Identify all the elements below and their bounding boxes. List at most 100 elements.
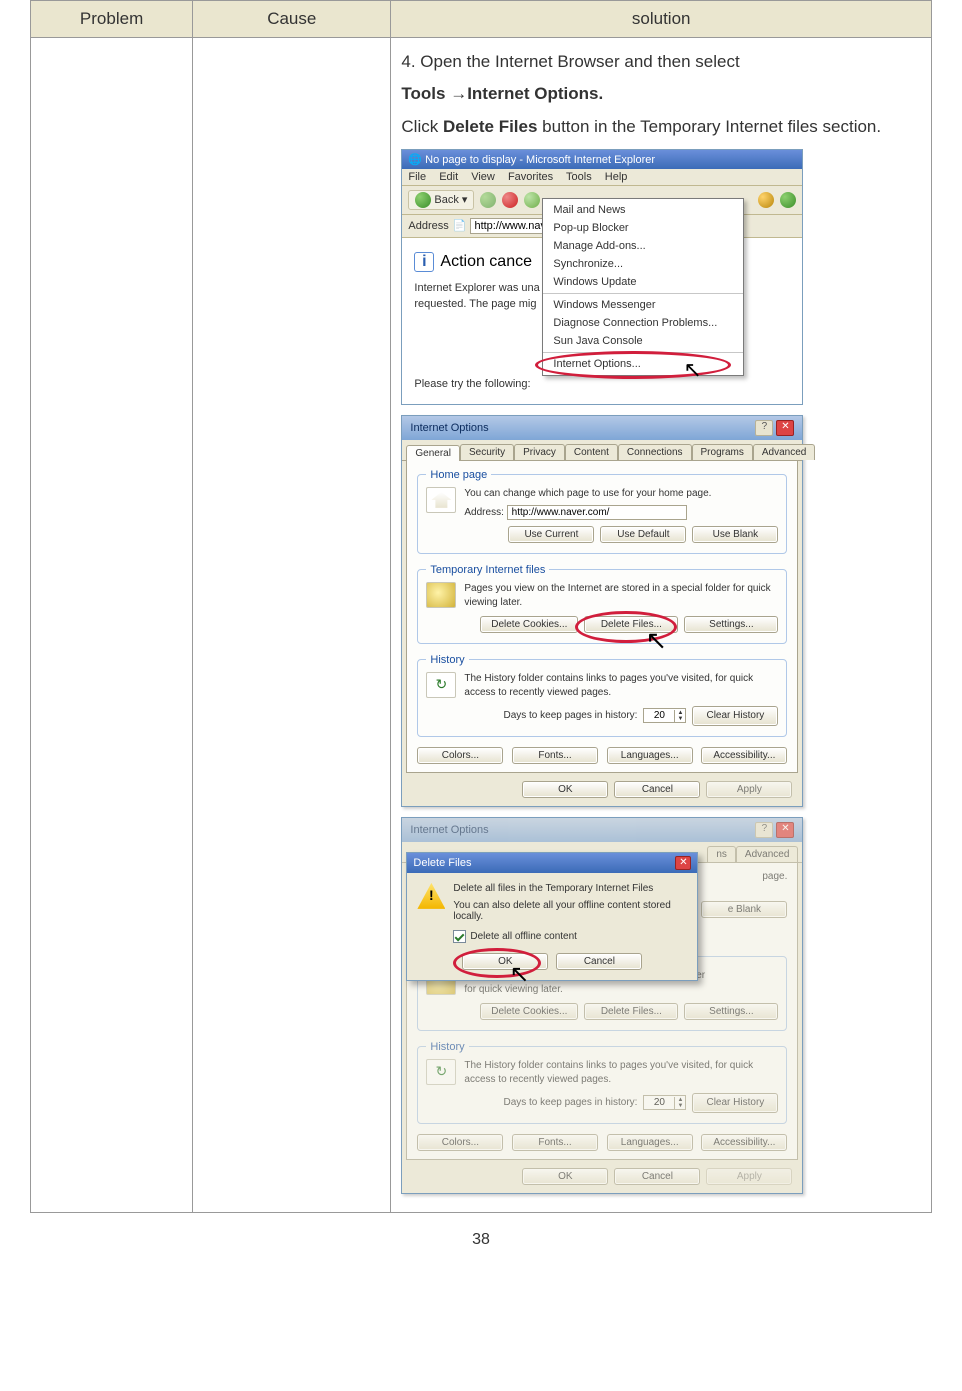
delete-cookies-button[interactable]: Delete Cookies... <box>480 616 578 633</box>
settings-faded: Settings... <box>684 1003 778 1020</box>
history-group: History The History folder contains link… <box>417 654 787 737</box>
menu-help[interactable]: Help <box>605 171 628 183</box>
ie-window-title: No page to display - Microsoft Internet … <box>425 154 655 166</box>
menu-tools[interactable]: Tools <box>566 171 592 183</box>
tab-privacy[interactable]: Privacy <box>514 444 565 460</box>
homepage-address-input[interactable] <box>507 505 687 520</box>
dd-java-console[interactable]: Sun Java Console <box>543 332 743 350</box>
use-blank-button[interactable]: Use Blank <box>692 526 778 543</box>
homepage-legend: Home page <box>426 469 491 481</box>
tab-programs[interactable]: Programs <box>692 444 753 460</box>
history-days-spinner[interactable]: ▲▼ <box>643 708 686 723</box>
delete-files-titlebar: Delete Files ✕ <box>407 853 697 873</box>
arrow-icon <box>445 84 467 103</box>
forward-button[interactable] <box>480 192 496 208</box>
tab-security[interactable]: Security <box>460 444 514 460</box>
stop-button[interactable] <box>502 192 518 208</box>
close-button[interactable]: ✕ <box>776 420 794 436</box>
instr-line2c: button in the Temporary Internet files s… <box>537 117 881 136</box>
instr-line2a: Click <box>401 117 443 136</box>
menu-view[interactable]: View <box>471 171 495 183</box>
io-cancel-button[interactable]: Cancel <box>614 781 700 798</box>
history-days-input[interactable] <box>644 709 674 722</box>
cancel-faded: Cancel <box>614 1168 700 1185</box>
languages-button[interactable]: Languages... <box>607 747 693 764</box>
menu-file[interactable]: File <box>408 171 426 183</box>
use-current-button[interactable]: Use Current <box>508 526 594 543</box>
accessibility-button[interactable]: Accessibility... <box>701 747 787 764</box>
dd-separator <box>543 293 743 294</box>
menu-edit[interactable]: Edit <box>439 171 458 183</box>
history-icon-faded <box>426 1059 456 1085</box>
temporary-files-group: Temporary Internet files Pages you view … <box>417 564 787 644</box>
accessibility-faded: Accessibility... <box>701 1134 787 1151</box>
delete-files-footer: OK ↖ Cancel <box>407 949 697 980</box>
back-button[interactable]: Back ▾ <box>408 190 474 210</box>
clear-history-button[interactable]: Clear History <box>692 706 778 726</box>
menu-favorites[interactable]: Favorites <box>508 171 553 183</box>
header-cause: Cause <box>193 1 391 38</box>
delete-files-text2: You can also delete all your offline con… <box>453 900 687 922</box>
delete-files-close-button[interactable]: ✕ <box>675 856 691 870</box>
history-legend: History <box>426 654 468 666</box>
delete-files-cancel-button[interactable]: Cancel <box>556 953 642 970</box>
colors-button[interactable]: Colors... <box>417 747 503 764</box>
dd-windows-update[interactable]: Windows Update <box>543 273 743 291</box>
page-icon: 📄 <box>453 219 467 232</box>
favorites-icon[interactable] <box>758 192 774 208</box>
delete-files-ok-button[interactable]: OK ↖ <box>462 953 548 970</box>
delete-files-text1: Delete all files in the Temporary Intern… <box>453 883 687 894</box>
history-days-faded <box>644 1096 674 1109</box>
dd-popup-blocker[interactable]: Pop-up Blocker <box>543 219 743 237</box>
fonts-button[interactable]: Fonts... <box>512 747 598 764</box>
instr-internet-options-bold: Internet Options. <box>467 84 603 103</box>
dd-windows-messenger[interactable]: Windows Messenger <box>543 296 743 314</box>
page-number: 38 <box>30 1231 932 1249</box>
tab-partial: ns <box>707 846 736 862</box>
tab-connections[interactable]: Connections <box>618 444 692 460</box>
homepage-desc: You can change which page to use for you… <box>464 487 778 501</box>
delete-cookies-faded: Delete Cookies... <box>480 1003 578 1020</box>
instr-tools-bold: Tools <box>401 84 445 103</box>
tab-content[interactable]: Content <box>565 444 618 460</box>
header-problem: Problem <box>31 1 193 38</box>
io-ok-button[interactable]: OK <box>522 781 608 798</box>
warning-icon <box>417 883 445 909</box>
delete-files-title: Delete Files <box>413 857 471 869</box>
spin-down-icon[interactable]: ▼ <box>674 716 685 722</box>
ie-error-text-1: Internet Explorer was una <box>414 282 539 294</box>
io-titlebar: Internet Options ?✕ <box>402 416 802 440</box>
action-cancelled-heading: Action cance <box>440 253 532 270</box>
delete-files-button[interactable]: Delete Files... ↖ <box>584 616 678 633</box>
temp-files-icon <box>426 582 456 608</box>
page-partial-text: page. <box>762 871 787 882</box>
ok-faded: OK <box>522 1168 608 1185</box>
io-tabs: General Security Privacy Content Connect… <box>402 440 802 461</box>
refresh-button[interactable] <box>524 192 540 208</box>
dd-internet-options[interactable]: Internet Options... ↖ <box>543 355 743 373</box>
languages-faded: Languages... <box>607 1134 693 1151</box>
delete-offline-checkbox[interactable] <box>453 930 466 943</box>
dd-synchronize[interactable]: Synchronize... <box>543 255 743 273</box>
homepage-address-label: Address: <box>464 507 503 518</box>
go-icon[interactable] <box>780 192 796 208</box>
fonts-faded: Fonts... <box>512 1134 598 1151</box>
colors-faded: Colors... <box>417 1134 503 1151</box>
dd-manage-addons[interactable]: Manage Add-ons... <box>543 237 743 255</box>
io-apply-button[interactable]: Apply <box>706 781 792 798</box>
dd-mail-news[interactable]: Mail and News <box>543 201 743 219</box>
help-button[interactable]: ? <box>755 420 773 436</box>
history-legend-faded: History <box>426 1041 468 1053</box>
back-arrow-icon <box>415 192 431 208</box>
temp-settings-button[interactable]: Settings... <box>684 616 778 633</box>
instruction-text: 4. Open the Internet Browser and then se… <box>401 46 921 143</box>
ie-browser-screenshot: 🌐 No page to display - Microsoft Interne… <box>401 149 803 405</box>
use-default-button[interactable]: Use Default <box>600 526 686 543</box>
header-solution: solution <box>391 1 932 38</box>
history-desc: The History folder contains links to pag… <box>464 672 778 700</box>
dd-diagnose[interactable]: Diagnose Connection Problems... <box>543 314 743 332</box>
internet-options-dialog: Internet Options ?✕ General Security Pri… <box>401 415 803 807</box>
tab-advanced[interactable]: Advanced <box>753 444 815 460</box>
tab-general[interactable]: General <box>406 445 460 461</box>
instr-delete-files-bold: Delete Files <box>443 117 538 136</box>
